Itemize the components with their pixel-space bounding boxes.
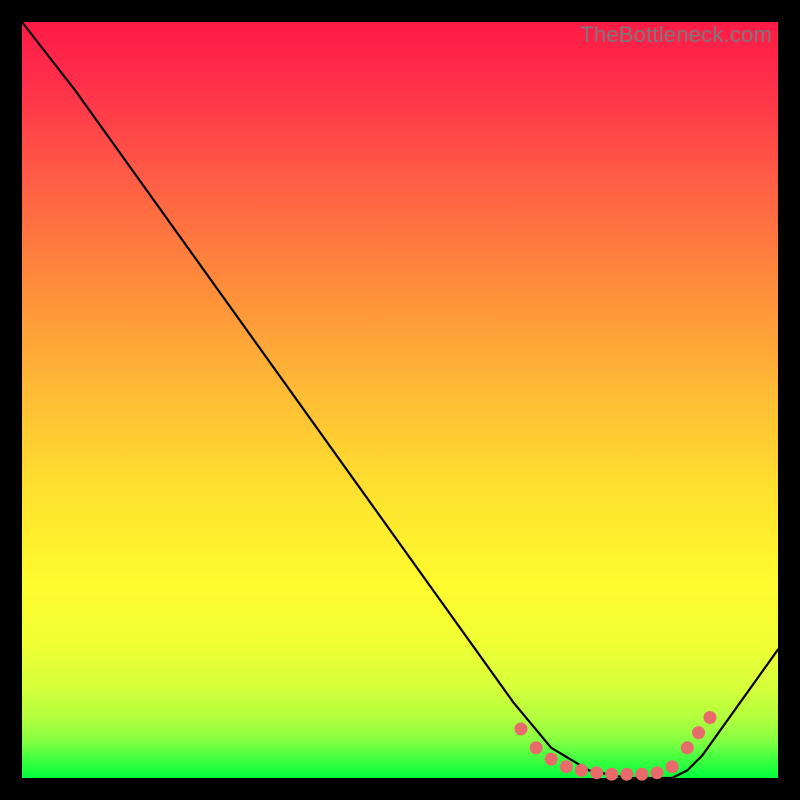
marker-dot xyxy=(530,741,543,754)
marker-dot xyxy=(651,766,664,779)
marker-dot xyxy=(545,753,558,766)
bottleneck-curve-path xyxy=(22,22,778,778)
marker-dot xyxy=(590,766,603,779)
marker-dot xyxy=(666,760,679,773)
marker-dot xyxy=(515,722,528,735)
chart-svg xyxy=(22,22,778,778)
marker-dot xyxy=(692,726,705,739)
marker-dot xyxy=(605,768,618,781)
marker-dot xyxy=(575,764,588,777)
marker-dot xyxy=(635,768,648,781)
chart-stage: TheBottleneck.com xyxy=(0,0,800,800)
marker-dot xyxy=(704,711,717,724)
marker-dot xyxy=(681,741,694,754)
marker-dot xyxy=(560,760,573,773)
marker-dot xyxy=(620,768,633,781)
chart-plot-area: TheBottleneck.com xyxy=(22,22,778,778)
